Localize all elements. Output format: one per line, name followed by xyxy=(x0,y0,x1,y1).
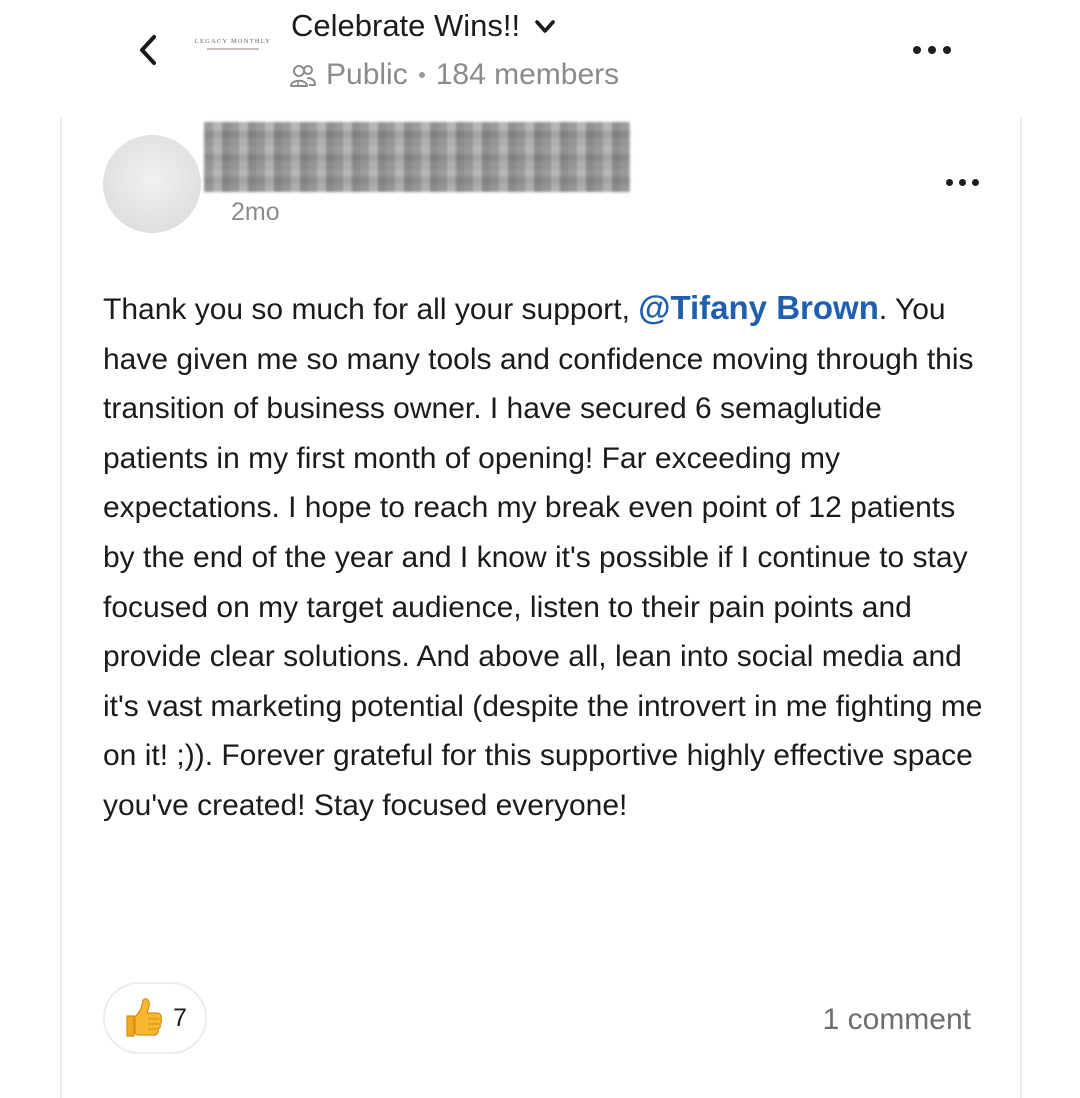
more-dot xyxy=(958,178,966,186)
group-header: LEGACY MONTHLY Celebrate Wins!! Public 1… xyxy=(0,0,1080,118)
more-dot xyxy=(945,178,953,186)
group-more-button[interactable] xyxy=(900,36,964,64)
post-text-rest: . You have given me so many tools and co… xyxy=(103,293,983,822)
post-more-button[interactable] xyxy=(938,168,986,196)
more-dot xyxy=(971,178,979,186)
author-avatar[interactable] xyxy=(103,135,201,233)
post-body: Thank you so much for all your support, … xyxy=(103,283,993,831)
group-logo-text: LEGACY MONTHLY xyxy=(194,38,272,45)
back-button[interactable] xyxy=(128,28,168,72)
thumbs-up-icon xyxy=(126,998,163,1037)
chevron-down-icon xyxy=(535,20,555,33)
post-timestamp: 2mo xyxy=(231,198,280,226)
group-logo[interactable]: LEGACY MONTHLY xyxy=(192,38,274,56)
reaction-count: 7 xyxy=(173,1003,187,1032)
post-card: 2mo Thank you so much for all your suppo… xyxy=(60,118,1022,1098)
visibility-label: Public xyxy=(326,58,408,91)
more-dot xyxy=(913,46,921,54)
group-title: Celebrate Wins!! xyxy=(291,8,521,43)
logo-underline xyxy=(207,48,259,50)
more-dot xyxy=(928,46,936,54)
post-text-start: Thank you so much for all your support, xyxy=(103,293,639,326)
separator-dot xyxy=(418,72,425,78)
reaction-button[interactable]: 7 xyxy=(103,982,207,1054)
group-meta: Public 184 members xyxy=(289,55,619,95)
group-title-dropdown[interactable]: Celebrate Wins!! xyxy=(291,4,556,48)
more-dot xyxy=(943,46,951,54)
people-icon xyxy=(290,65,316,87)
chevron-left-icon xyxy=(140,35,156,65)
members-count[interactable]: 184 members xyxy=(436,55,619,95)
comments-link[interactable]: 1 comment xyxy=(823,1000,971,1040)
author-name-redacted[interactable] xyxy=(204,122,630,192)
mention-link[interactable]: @Tifany Brown xyxy=(638,289,879,326)
